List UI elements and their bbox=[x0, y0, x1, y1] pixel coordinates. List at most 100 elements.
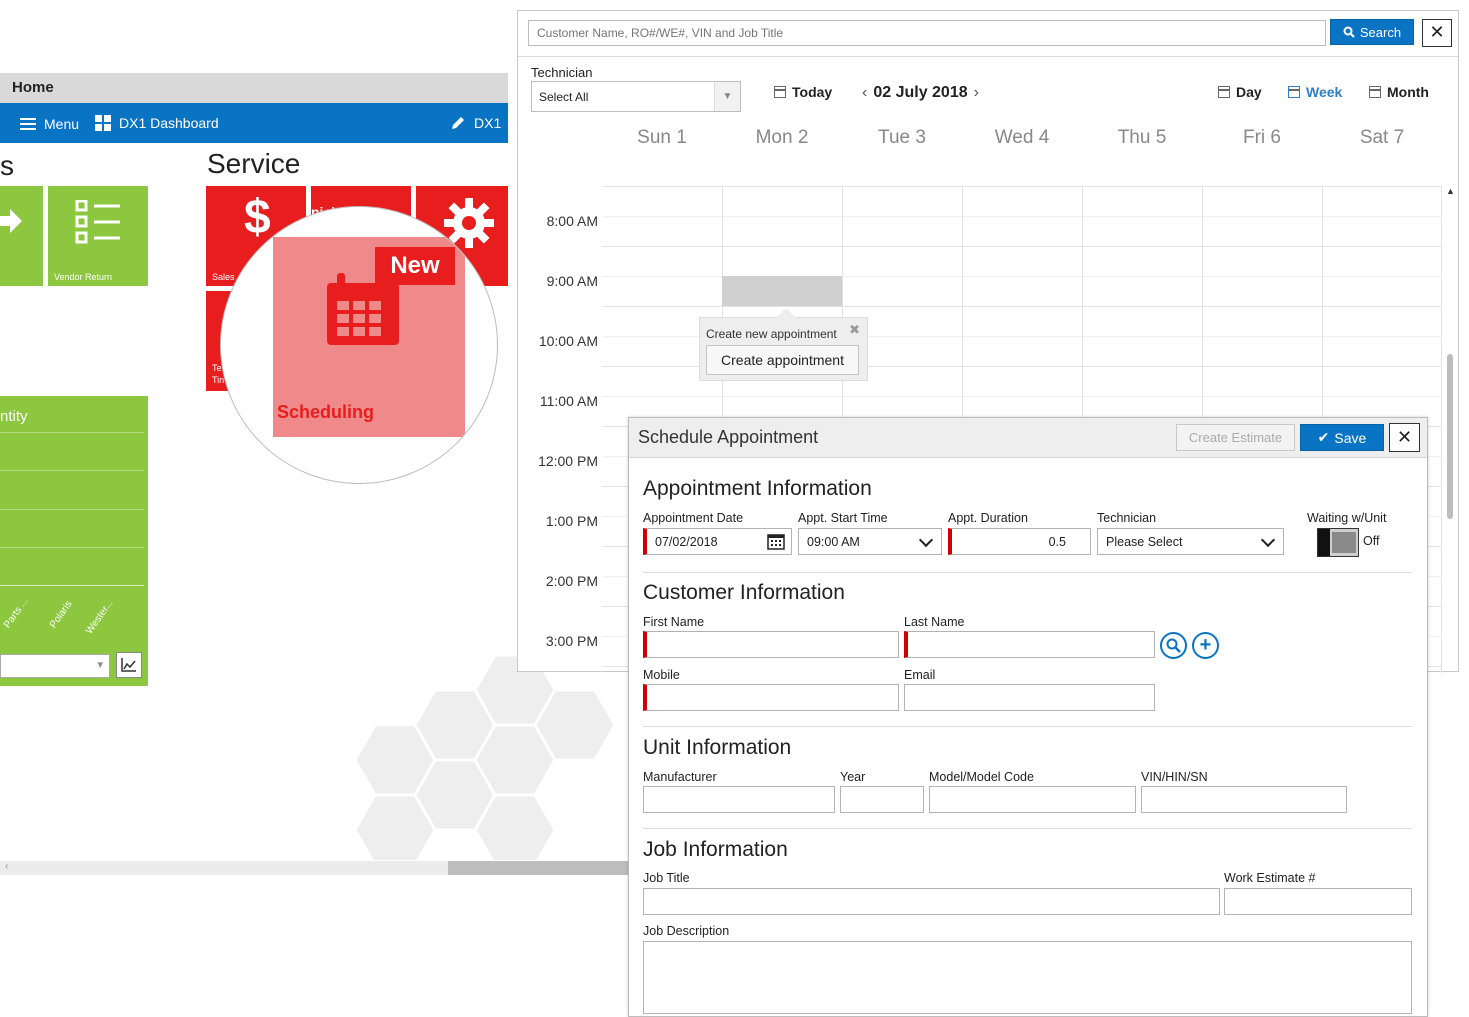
duration-value: 0.5 bbox=[1048, 535, 1066, 549]
edit-dashboard-button[interactable]: DX1 bbox=[450, 115, 501, 131]
customer-search-button[interactable] bbox=[1160, 632, 1187, 659]
create-appointment-button[interactable]: Create appointment bbox=[706, 345, 859, 375]
dashboard-button[interactable]: DX1 Dashboard bbox=[95, 115, 219, 131]
calendar-picker-icon[interactable] bbox=[767, 533, 785, 550]
day-view-label: Day bbox=[1236, 84, 1262, 100]
grid-line bbox=[602, 246, 1442, 247]
scroll-up-icon[interactable]: ▲ bbox=[1446, 186, 1455, 196]
job-description-textarea[interactable] bbox=[643, 941, 1412, 1014]
scheduling-tile[interactable]: New Scheduling bbox=[263, 237, 465, 437]
technician-filter-select[interactable]: Select All ▼ bbox=[531, 81, 741, 112]
popup-close-icon[interactable]: ✖ bbox=[849, 322, 860, 338]
close-icon[interactable]: ✕ bbox=[1389, 423, 1420, 452]
checkmark-icon: ✔ bbox=[1317, 429, 1330, 445]
start-time-label: Appt. Start Time bbox=[798, 511, 888, 525]
model-field[interactable] bbox=[929, 786, 1136, 813]
calendar-week-icon bbox=[1288, 86, 1300, 98]
job-title-field[interactable] bbox=[643, 888, 1220, 915]
month-view-button[interactable]: Month bbox=[1369, 84, 1429, 100]
close-icon[interactable]: ✕ bbox=[1422, 19, 1452, 47]
vertical-scrollbar[interactable]: ▲ bbox=[1444, 186, 1456, 673]
appt-technician-select[interactable]: Please Select bbox=[1097, 528, 1284, 555]
create-estimate-button[interactable]: Create Estimate bbox=[1176, 424, 1295, 451]
appointment-section-title: Appointment Information bbox=[643, 477, 872, 500]
duration-label: Appt. Duration bbox=[948, 511, 1028, 525]
appointment-date-field[interactable]: 07/02/2018 bbox=[643, 528, 792, 555]
tile-vendor-return[interactable]: Vendor Return bbox=[48, 186, 148, 286]
waiting-toggle[interactable] bbox=[1317, 528, 1359, 557]
time-tile-label-1: Te bbox=[212, 363, 222, 373]
day-view-button[interactable]: Day bbox=[1218, 84, 1262, 100]
divider bbox=[518, 56, 1458, 57]
search-button-label: Search bbox=[1359, 24, 1402, 40]
chevron-right-icon[interactable]: › bbox=[974, 84, 979, 102]
today-label: Today bbox=[792, 84, 833, 100]
date-navigator: ‹ 02 July 2018 › bbox=[862, 84, 979, 102]
scroll-left-icon[interactable]: ‹ bbox=[5, 861, 8, 872]
job-description-label: Job Description bbox=[643, 924, 730, 938]
email-field[interactable] bbox=[904, 684, 1155, 711]
appointment-date-value: 07/02/2018 bbox=[655, 535, 718, 549]
x-label-polaris: Polaris bbox=[48, 598, 75, 631]
work-estimate-label: Work Estimate # bbox=[1224, 871, 1316, 885]
hamburger-icon bbox=[20, 115, 36, 133]
day-header: Thu 5 bbox=[1117, 127, 1167, 148]
grid-line bbox=[0, 432, 144, 433]
schedule-appointment-dialog: Schedule Appointment Create Estimate ✔ S… bbox=[628, 417, 1428, 1017]
vin-field[interactable] bbox=[1141, 786, 1347, 813]
vertical-scroll-thumb[interactable] bbox=[1447, 354, 1453, 519]
chevron-down-icon bbox=[1260, 532, 1276, 548]
year-field[interactable] bbox=[840, 786, 924, 813]
chart-type-button[interactable] bbox=[116, 652, 142, 678]
grid-line bbox=[1441, 186, 1442, 673]
x-label-western: Wester... bbox=[84, 597, 116, 637]
today-button[interactable]: Today bbox=[774, 84, 832, 100]
work-estimate-field[interactable] bbox=[1224, 888, 1412, 915]
quantity-filter-select[interactable] bbox=[0, 654, 110, 678]
chevron-left-icon[interactable]: ‹ bbox=[862, 84, 867, 102]
menu-button[interactable]: Menu bbox=[20, 115, 79, 133]
start-time-select[interactable]: 09:00 AM bbox=[798, 528, 942, 555]
last-name-label: Last Name bbox=[904, 615, 965, 629]
duration-field[interactable]: 0.5 bbox=[948, 528, 1091, 555]
mobile-label: Mobile bbox=[643, 668, 680, 682]
search-input[interactable] bbox=[528, 20, 1326, 46]
save-button[interactable]: ✔ Save bbox=[1300, 424, 1384, 451]
tile-arrow[interactable] bbox=[0, 186, 43, 286]
first-name-label: First Name bbox=[643, 615, 705, 629]
day-header: Mon 2 bbox=[755, 127, 809, 148]
search-icon bbox=[1166, 638, 1181, 653]
waiting-value: Off bbox=[1363, 534, 1380, 548]
time-label: 9:00 AM bbox=[546, 273, 598, 289]
menu-label: Menu bbox=[44, 116, 80, 132]
week-view-label: Week bbox=[1306, 84, 1343, 100]
left-section-title: s bbox=[0, 150, 14, 181]
unit-section-title: Unit Information bbox=[643, 736, 792, 759]
mobile-field[interactable] bbox=[643, 684, 899, 711]
time-label: 12:00 PM bbox=[538, 453, 598, 469]
magnifier-callout: New Scheduling bbox=[220, 206, 498, 484]
first-name-field[interactable] bbox=[643, 631, 899, 658]
divider bbox=[643, 726, 1412, 727]
search-icon bbox=[1343, 26, 1355, 38]
pencil-icon bbox=[452, 117, 464, 129]
calendar-month-icon bbox=[1369, 86, 1381, 98]
current-date-label: 02 July 2018 bbox=[873, 84, 968, 101]
manufacturer-field[interactable] bbox=[643, 786, 835, 813]
scheduling-label: Scheduling bbox=[277, 402, 375, 422]
day-headers: Sun 1 Mon 2 Tue 3 Wed 4 Thu 5 Fri 6 Sat … bbox=[602, 127, 1442, 149]
day-header: Sun 1 bbox=[637, 127, 687, 148]
horizontal-scroll-thumb[interactable] bbox=[448, 861, 628, 875]
search-button[interactable]: Search bbox=[1330, 19, 1414, 45]
grid-line bbox=[0, 509, 144, 510]
day-header: Tue 3 bbox=[878, 127, 926, 148]
time-label: 10:00 AM bbox=[538, 333, 598, 349]
dashboard-label: DX1 Dashboard bbox=[119, 115, 219, 131]
last-name-field[interactable] bbox=[904, 631, 1155, 658]
add-customer-icon[interactable]: + bbox=[1192, 632, 1219, 659]
week-view-button[interactable]: Week bbox=[1288, 84, 1342, 100]
day-header: Sat 7 bbox=[1359, 127, 1405, 148]
arrow-right-icon bbox=[0, 209, 22, 233]
selected-time-slot[interactable] bbox=[722, 276, 842, 306]
quantity-panel-title: ntity bbox=[0, 408, 28, 425]
